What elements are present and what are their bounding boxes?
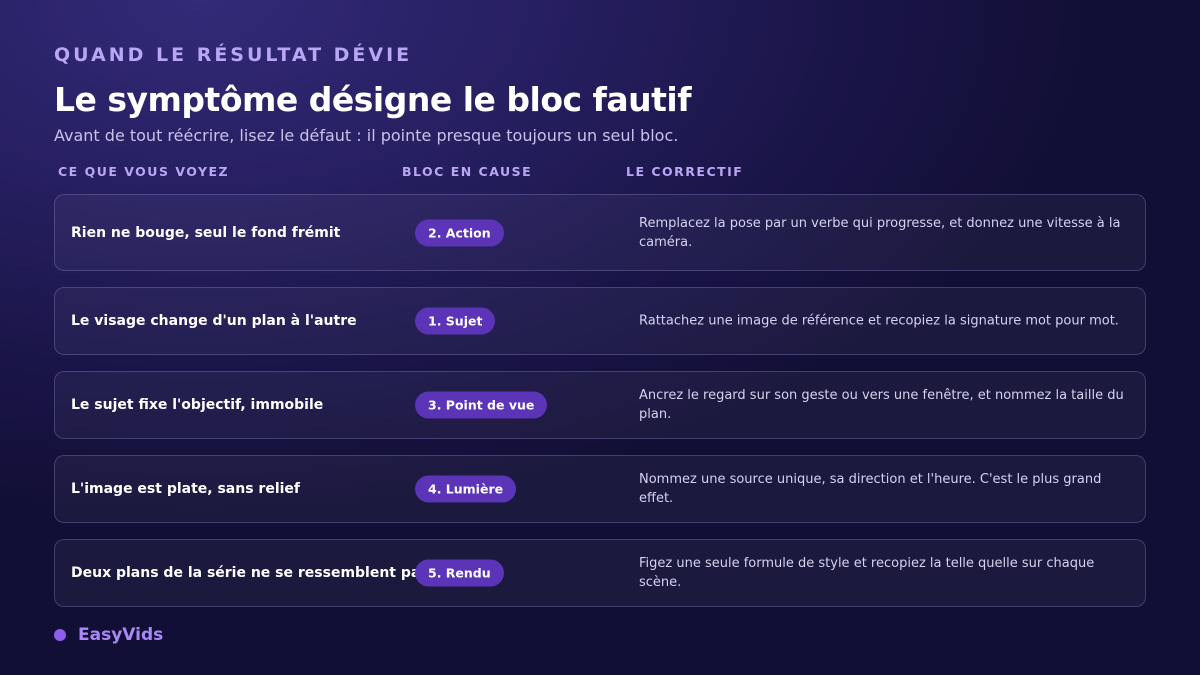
diagnostic-table: Rien ne bouge, seul le fond frémit 2. Ac… <box>54 194 1146 623</box>
brand-dot-icon <box>54 629 66 641</box>
row-fix: Figez une seule formule de style et reco… <box>639 556 1095 590</box>
row-symptom: Le visage change d'un plan à l'autre <box>71 313 357 329</box>
row-symptom: Deux plans de la série ne se ressemblent… <box>71 565 429 581</box>
table-row: Rien ne bouge, seul le fond frémit 2. Ac… <box>54 194 1146 271</box>
row-fix: Nommez une source unique, sa direction e… <box>639 472 1102 506</box>
slide-title: Le symptôme désigne le bloc fautif <box>54 80 692 119</box>
table-row: Deux plans de la série ne se ressemblent… <box>54 539 1146 607</box>
brand-footer: EasyVids <box>54 625 163 645</box>
table-row: Le sujet fixe l'objectif, immobile 3. Po… <box>54 371 1146 439</box>
slide: QUAND LE RÉSULTAT DÉVIE Le symptôme dési… <box>0 0 1200 675</box>
row-fix: Ancrez le regard sur son geste ou vers u… <box>639 388 1124 422</box>
slide-subtitle: Avant de tout réécrire, lisez le défaut … <box>54 126 679 145</box>
table-row: Le visage change d'un plan à l'autre 1. … <box>54 287 1146 355</box>
row-fix: Rattachez une image de référence et reco… <box>639 313 1119 329</box>
brand-name: EasyVids <box>78 625 164 645</box>
column-header-fix: LE CORRECTIF <box>626 164 744 179</box>
block-badge: 3. Point de vue <box>415 391 548 419</box>
block-badge: 2. Action <box>415 219 504 246</box>
row-symptom: Rien ne bouge, seul le fond frémit <box>71 224 341 241</box>
row-symptom: L'image est plate, sans relief <box>71 481 301 497</box>
table-row: L'image est plate, sans relief 4. Lumièr… <box>54 455 1146 523</box>
eyebrow-label: QUAND LE RÉSULTAT DÉVIE <box>54 44 413 66</box>
block-badge: 5. Rendu <box>415 559 504 587</box>
block-badge: 1. Sujet <box>415 307 496 335</box>
row-symptom: Le sujet fixe l'objectif, immobile <box>71 397 324 413</box>
block-badge: 4. Lumière <box>415 475 517 503</box>
row-fix: Remplacez la pose par un verbe qui progr… <box>639 215 1121 250</box>
column-header-symptom: CE QUE VOUS VOYEZ <box>58 164 230 179</box>
column-header-block: BLOC EN CAUSE <box>402 164 533 179</box>
